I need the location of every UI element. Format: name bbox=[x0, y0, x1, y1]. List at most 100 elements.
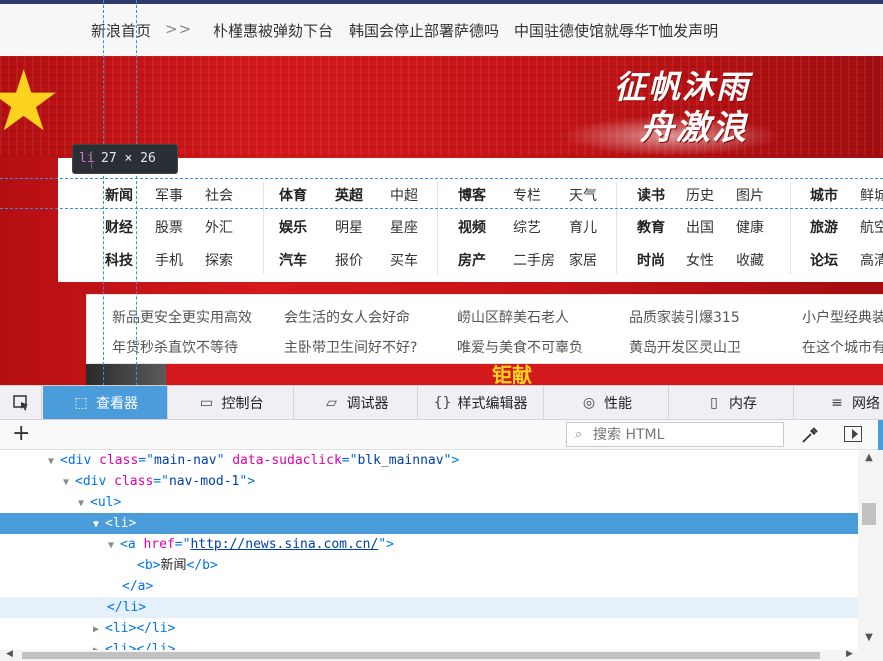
headline-link[interactable]: 中国驻德使馆就辱华T恤发声明 bbox=[514, 20, 718, 41]
nav-link[interactable]: 博客 bbox=[458, 185, 486, 205]
nav-link[interactable]: 航空 bbox=[860, 217, 883, 237]
tab-label: 网络 bbox=[852, 395, 880, 412]
nav-link[interactable]: 科技 bbox=[105, 250, 133, 270]
tab-inspector[interactable]: ⬚ 查看器 bbox=[43, 386, 168, 419]
nav-link[interactable]: 鲜城 bbox=[860, 185, 883, 205]
nav-link[interactable]: 天气 bbox=[569, 185, 597, 205]
nav-link[interactable]: 育儿 bbox=[569, 217, 597, 237]
markup-node-row[interactable]: <b>新闻</b> bbox=[0, 555, 858, 576]
expand-arrow-icon[interactable]: ▼ bbox=[63, 472, 75, 493]
nav-link[interactable]: 出国 bbox=[686, 217, 714, 237]
expand-arrow-icon[interactable]: ▼ bbox=[108, 535, 120, 556]
add-node-button[interactable]: + bbox=[12, 423, 30, 445]
nav-link[interactable]: 城市 bbox=[810, 185, 838, 205]
markup-node-row[interactable]: </li> bbox=[0, 597, 858, 618]
nav-link[interactable]: 娱乐 bbox=[279, 217, 307, 237]
nav-link[interactable]: 高清 bbox=[860, 250, 883, 270]
nav-link[interactable]: 股票 bbox=[155, 217, 183, 237]
collapsed-arrow-icon[interactable]: ▶ bbox=[93, 640, 105, 650]
nav-link[interactable]: 房产 bbox=[458, 250, 486, 270]
nav-link[interactable]: 新闻 bbox=[105, 185, 133, 205]
markup-node-row[interactable]: ▼ <div class="nav-mod-1"> bbox=[0, 471, 858, 492]
nav-link[interactable]: 读书 bbox=[637, 185, 665, 205]
headline-link[interactable]: 韩国会停止部署萨德吗 bbox=[349, 20, 499, 41]
nav-link[interactable]: 星座 bbox=[390, 217, 418, 237]
nav-link[interactable]: 健康 bbox=[736, 217, 764, 237]
eyedropper-icon[interactable] bbox=[800, 425, 820, 445]
tab-performance[interactable]: ◎ 性能 bbox=[544, 386, 669, 419]
markup-node-row[interactable]: </a> bbox=[0, 576, 858, 597]
nav-link[interactable]: 买车 bbox=[390, 250, 418, 270]
markup-node-row[interactable]: ▼ <div class="main-nav" data-sudaclick="b… bbox=[0, 450, 858, 471]
horizontal-scroll-thumb[interactable] bbox=[22, 652, 820, 659]
nav-link[interactable]: 探索 bbox=[205, 250, 233, 270]
nav-link[interactable]: 专栏 bbox=[513, 185, 541, 205]
nav-link[interactable]: 论坛 bbox=[810, 250, 838, 270]
markup-node-row[interactable]: ▼ <ul> bbox=[0, 492, 858, 513]
nav-column-divider bbox=[790, 182, 791, 274]
tab-label: 内存 bbox=[729, 395, 757, 412]
scroll-up-arrow-icon[interactable]: ▲ bbox=[862, 452, 876, 463]
markup-node-row-selected[interactable]: ▼ <li> bbox=[0, 513, 858, 534]
nav-link[interactable]: 历史 bbox=[686, 185, 714, 205]
nav-link[interactable]: 外汇 bbox=[205, 217, 233, 237]
news-link[interactable]: 主卧带卫生间好不好? bbox=[284, 337, 417, 357]
news-link[interactable]: 崂山区醉美石老人 bbox=[457, 307, 569, 327]
markup-node-row[interactable]: ▶<li></li> bbox=[0, 639, 858, 650]
search-html-input[interactable] bbox=[593, 424, 781, 445]
scroll-left-arrow-icon[interactable]: ◀ bbox=[6, 649, 13, 659]
href-link[interactable]: http://news.sina.com.cn/ bbox=[190, 537, 378, 552]
highlight-guide-line bbox=[0, 208, 883, 209]
tab-debugger[interactable]: ▱ 调试器 bbox=[294, 386, 418, 419]
tab-label: 调试器 bbox=[346, 395, 389, 412]
news-link[interactable]: 小户型经典装 bbox=[802, 307, 883, 327]
nav-link[interactable]: 英超 bbox=[335, 185, 363, 205]
nav-link[interactable]: 旅游 bbox=[810, 217, 838, 237]
tab-network[interactable]: ≡ 网络 bbox=[794, 386, 883, 419]
nav-link[interactable]: 报价 bbox=[335, 250, 363, 270]
nav-link[interactable]: 明星 bbox=[335, 217, 363, 237]
nav-link[interactable]: 女性 bbox=[686, 250, 714, 270]
nav-link[interactable]: 图片 bbox=[736, 185, 764, 205]
expand-arrow-icon[interactable]: ▼ bbox=[48, 451, 60, 472]
tab-style-editor[interactable]: {} 样式编辑器 bbox=[418, 386, 544, 419]
scroll-right-arrow-icon[interactable]: ▶ bbox=[846, 649, 853, 659]
nav-link[interactable]: 时尚 bbox=[637, 250, 665, 270]
news-link[interactable]: 在这个城市有 bbox=[802, 337, 883, 357]
nav-link[interactable]: 手机 bbox=[155, 250, 183, 270]
sina-home-link[interactable]: 新浪首页 bbox=[91, 20, 151, 41]
scroll-down-arrow-icon[interactable]: ▼ bbox=[862, 632, 876, 643]
nav-link[interactable]: 中超 bbox=[390, 185, 418, 205]
expand-arrow-icon[interactable]: ▼ bbox=[78, 493, 90, 514]
tab-memory[interactable]: ▯ 内存 bbox=[669, 386, 794, 419]
expand-arrow-icon[interactable]: ▼ bbox=[93, 514, 105, 535]
nav-link[interactable]: 收藏 bbox=[736, 250, 764, 270]
headline-link[interactable]: 朴槿惠被弹劾下台 bbox=[213, 20, 333, 41]
nav-link[interactable]: 军事 bbox=[155, 185, 183, 205]
ad-banner[interactable] bbox=[86, 364, 883, 385]
nav-link[interactable]: 社会 bbox=[205, 185, 233, 205]
news-link[interactable]: 唯爱与美食不可辜负 bbox=[457, 337, 583, 357]
nav-link[interactable]: 教育 bbox=[637, 217, 665, 237]
news-link[interactable]: 新品更安全更实用高效 bbox=[112, 307, 252, 327]
news-link[interactable]: 品质家装引爆315 bbox=[629, 307, 740, 327]
markup-node-row[interactable]: ▼ <a href="http://news.sina.com.cn/"> bbox=[0, 534, 858, 555]
collapsed-arrow-icon[interactable]: ▶ bbox=[93, 619, 105, 640]
vertical-scrollbar[interactable] bbox=[858, 450, 883, 650]
markup-node-row[interactable]: ▶<li></li> bbox=[0, 618, 858, 639]
nav-link[interactable]: 综艺 bbox=[513, 217, 541, 237]
nav-link[interactable]: 家居 bbox=[569, 250, 597, 270]
news-link[interactable]: 会生活的女人会好命 bbox=[284, 307, 410, 327]
tab-console[interactable]: ▭ 控制台 bbox=[168, 386, 294, 419]
news-link[interactable]: 年货秒杀直饮不等待 bbox=[112, 337, 238, 357]
search-html-box[interactable]: ⌕ bbox=[566, 422, 784, 447]
nav-link[interactable]: 体育 bbox=[279, 185, 307, 205]
sidebar-toggle-icon[interactable] bbox=[844, 426, 862, 442]
nav-link[interactable]: 视频 bbox=[458, 217, 486, 237]
nav-link[interactable]: 财经 bbox=[105, 217, 133, 237]
vertical-scroll-thumb[interactable] bbox=[862, 503, 876, 525]
news-link[interactable]: 黄岛开发区灵山卫 bbox=[629, 337, 741, 357]
element-picker-button[interactable] bbox=[0, 386, 42, 419]
nav-link[interactable]: 汽车 bbox=[279, 250, 307, 270]
nav-link[interactable]: 二手房 bbox=[513, 250, 555, 270]
